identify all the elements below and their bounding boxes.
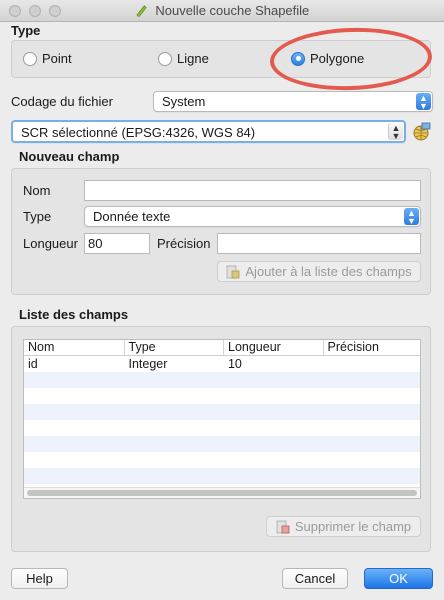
table-row[interactable]: id Integer 10 xyxy=(24,356,420,372)
table-horizontal-scrollbar[interactable] xyxy=(24,487,420,498)
fields-table-header: Nom Type Longueur Précision xyxy=(24,340,420,356)
field-type-dropdown-icon: ▲ ▼ xyxy=(404,208,419,226)
radio-point-indicator[interactable] xyxy=(23,51,37,66)
radio-polygone[interactable]: Polygone xyxy=(291,51,364,66)
add-field-icon xyxy=(226,265,240,278)
cell-longueur: 10 xyxy=(227,357,242,371)
empty-row xyxy=(24,468,420,484)
shapefile-pencil-icon xyxy=(135,5,147,17)
remove-field-icon xyxy=(276,520,290,533)
cell-nom: id xyxy=(28,357,38,371)
add-field-label: Ajouter à la liste des champs xyxy=(245,264,412,279)
radio-polygone-indicator[interactable] xyxy=(291,51,305,66)
empty-row xyxy=(24,372,420,388)
crs-value: SCR sélectionné (EPSG:4326, WGS 84) xyxy=(21,125,256,140)
remove-field-label: Supprimer le champ xyxy=(294,519,412,534)
encoding-value: System xyxy=(162,94,206,109)
encoding-dropdown-icon: ▲ ▼ xyxy=(416,93,431,111)
radio-polygone-label: Polygone xyxy=(310,51,365,66)
field-length-label: Longueur xyxy=(23,236,78,251)
new-field-group-title: Nouveau champ xyxy=(19,149,120,164)
cell-type: Integer xyxy=(128,357,168,371)
scrollbar-thumb[interactable] xyxy=(27,490,417,496)
column-header-nom[interactable]: Nom xyxy=(24,340,125,355)
column-header-longueur[interactable]: Longueur xyxy=(224,340,324,355)
column-header-type[interactable]: Type xyxy=(125,340,224,355)
empty-row xyxy=(24,420,420,436)
help-button[interactable]: Help xyxy=(11,568,68,589)
empty-row xyxy=(24,436,420,452)
field-precision-label: Précision xyxy=(157,236,211,251)
cancel-button[interactable]: Cancel xyxy=(282,568,348,589)
field-name-input[interactable] xyxy=(84,180,421,201)
encoding-select[interactable]: System ▲ ▼ xyxy=(153,91,433,112)
field-list-group-title: Liste des champs xyxy=(19,307,129,322)
empty-row xyxy=(24,452,420,468)
cell-precision xyxy=(323,356,420,372)
add-field-button[interactable]: Ajouter à la liste des champs xyxy=(217,261,421,282)
title-bar: Nouvelle couche Shapefile xyxy=(0,0,444,22)
radio-ligne-indicator[interactable] xyxy=(158,51,172,66)
field-type-value: Donnée texte xyxy=(93,209,171,224)
encoding-label: Codage du fichier xyxy=(11,94,113,109)
ok-button[interactable]: OK xyxy=(364,568,433,589)
window-title-wrap: Nouvelle couche Shapefile xyxy=(0,3,444,18)
empty-row xyxy=(24,388,420,404)
window-title: Nouvelle couche Shapefile xyxy=(155,3,310,18)
radio-point[interactable]: Point xyxy=(23,51,72,66)
fields-table[interactable]: Nom Type Longueur Précision id Integer 1… xyxy=(23,339,421,499)
field-type-select[interactable]: Donnée texte ▲ ▼ xyxy=(84,206,421,227)
globe-icon xyxy=(413,122,431,141)
radio-ligne-label: Ligne xyxy=(177,51,209,66)
field-type-label: Type xyxy=(23,209,52,224)
type-groupbox xyxy=(11,40,431,78)
radio-point-label: Point xyxy=(42,51,72,66)
type-group-title: Type xyxy=(11,23,41,38)
crs-selector-button[interactable] xyxy=(410,121,432,143)
fields-table-body: id Integer 10 xyxy=(24,356,420,498)
crs-select[interactable]: SCR sélectionné (EPSG:4326, WGS 84) ▲ ▼ xyxy=(11,120,406,143)
radio-ligne[interactable]: Ligne xyxy=(158,51,209,66)
crs-dropdown-icon: ▲ ▼ xyxy=(388,123,403,141)
field-length-input[interactable]: 80 xyxy=(84,233,150,254)
empty-row xyxy=(24,404,420,420)
remove-field-button[interactable]: Supprimer le champ xyxy=(266,516,421,537)
field-name-label: Nom xyxy=(23,183,51,198)
field-precision-input[interactable] xyxy=(217,233,421,254)
column-header-precision[interactable]: Précision xyxy=(324,340,421,355)
